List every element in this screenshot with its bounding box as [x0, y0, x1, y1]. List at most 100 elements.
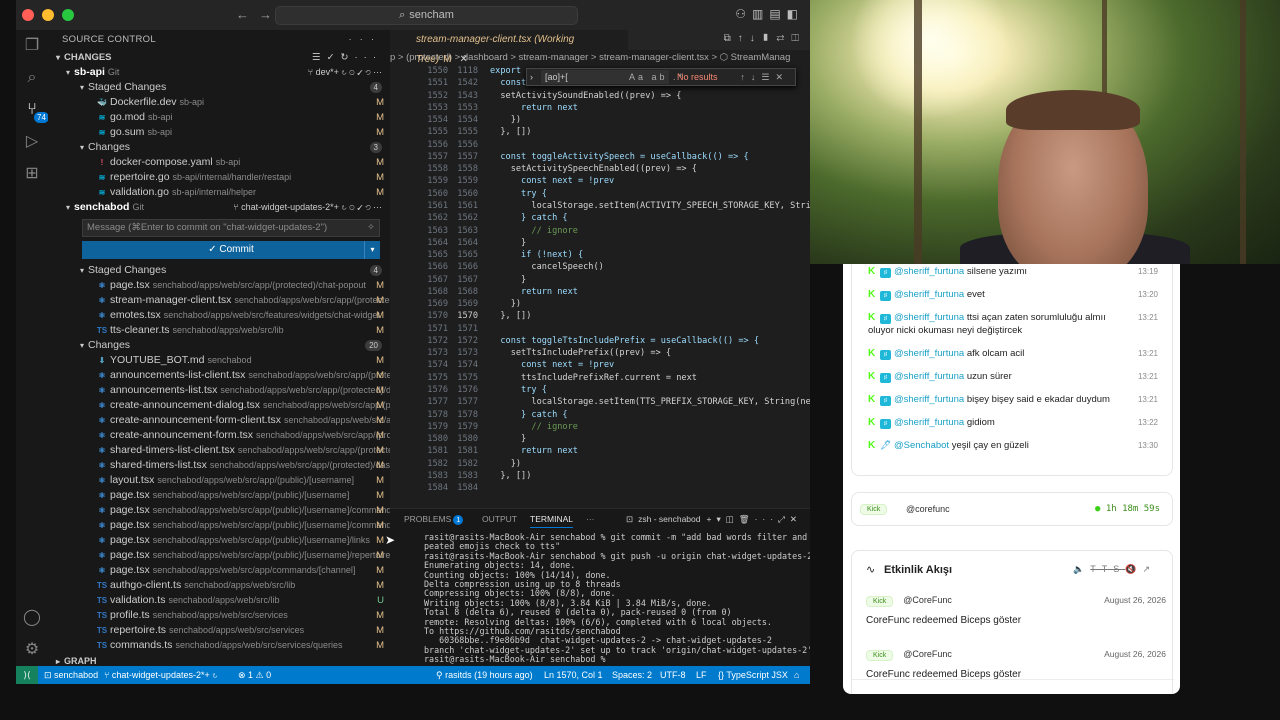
file-row[interactable]: ⚛ page.tsx senchabod/apps/web/src/app/(pub…	[48, 533, 390, 548]
file-row[interactable]: ≋ go.mod sb-api M	[48, 110, 390, 125]
file-row[interactable]: ⚛ announcements-list.tsx senchabod/apps/we…	[48, 383, 390, 398]
file-row[interactable]: ⚛ page.tsx senchabod/apps/web/src/app/(pro…	[48, 278, 390, 293]
back-arrow-icon[interactable]: ←	[236, 7, 259, 22]
status-branch[interactable]: ⑂ chat-widget-updates-2*+ ↻	[104, 666, 218, 684]
file-row[interactable]: 🐳 Dockerfile.dev sb-api M	[48, 95, 390, 110]
tts-toggle[interactable]: 🔈TTS	[1073, 564, 1125, 574]
status-repo[interactable]: ⊡ senchabod	[44, 666, 98, 684]
refresh-icon[interactable]: ↻	[341, 52, 355, 63]
chat-username[interactable]: @sheriff_furtuna	[894, 266, 964, 277]
chat-username[interactable]: @sheriff_furtuna	[894, 289, 964, 300]
maximize-panel-icon[interactable]: ⤢	[778, 514, 790, 524]
tab-output[interactable]: OUTPUT	[482, 509, 517, 529]
chat-username[interactable]: @sheriff_furtuna	[894, 312, 964, 323]
chat-username[interactable]: @sheriff_furtuna	[894, 371, 964, 382]
commit-button[interactable]: ✓ Commit ▾	[82, 241, 380, 259]
file-row[interactable]: ⚛ create-announcement-dialog.tsx senchabod…	[48, 398, 390, 413]
event-user[interactable]: @CoreFunc	[903, 649, 952, 659]
changes-group[interactable]: ▾ Changes 3	[48, 140, 390, 155]
file-row[interactable]: ≋ validation.go sb-api/internal/helper M	[48, 185, 390, 200]
chevron-down-icon[interactable]: ▾	[364, 241, 380, 259]
search-icon[interactable]: ⌕	[22, 68, 42, 88]
open-file-icon[interactable]: ⧉	[724, 33, 738, 44]
arrow-down-icon[interactable]: ↓	[751, 72, 762, 82]
chat-username[interactable]: @sheriff_furtuna	[894, 348, 964, 359]
file-row[interactable]: ⚛ shared-timers-list-client.tsx senchabod/…	[48, 443, 390, 458]
tab-terminal[interactable]: TERMINAL	[530, 509, 573, 528]
file-row[interactable]: ⚛ page.tsx senchabod/apps/web/src/app/(pub…	[48, 488, 390, 503]
close-icon[interactable]: ✕	[460, 54, 468, 65]
file-row[interactable]: ⬇ YOUTUBE_BOT.md senchabod M	[48, 353, 390, 368]
chat-username[interactable]: @sheriff_furtuna	[894, 417, 964, 428]
commit-message-input[interactable]: Message (⌘Enter to commit on "chat-widge…	[82, 219, 380, 237]
remote-icon[interactable]: ⟩⟨	[16, 666, 38, 684]
close-icon[interactable]: ✕	[790, 514, 802, 524]
file-row[interactable]: ≋ go.sum sb-api M	[48, 125, 390, 140]
tab-problems[interactable]: PROBLEMS 1	[404, 509, 464, 529]
file-row[interactable]: ⚛ layout.tsx senchabod/apps/web/src/app/(p…	[48, 473, 390, 488]
file-row[interactable]: TS authgo-client.ts senchabod/apps/web/src…	[48, 578, 390, 593]
status-spaces[interactable]: Spaces: 2	[612, 666, 652, 684]
status-encoding[interactable]: UTF-8	[660, 666, 686, 684]
file-row[interactable]: ! docker-compose.yaml sb-api M	[48, 155, 390, 170]
file-row[interactable]: ≋ repertoire.go sb-api/internal/handler/re…	[48, 170, 390, 185]
status-problems[interactable]: ⊗ 1 ⚠ 0	[238, 666, 271, 684]
repo-senchabod[interactable]: ▾ senchabod Git ⑂ chat-widget-updates-2*+ …	[48, 200, 390, 215]
chat-username[interactable]: @Senchabot	[894, 440, 949, 451]
command-center-search[interactable]: ⌕ sencham	[275, 6, 578, 25]
code-view[interactable]: 1550 1118 export 1551 1542 const 1552 1543 s…	[390, 66, 810, 508]
event-user[interactable]: @CoreFunc	[903, 595, 952, 605]
file-row[interactable]: ⚛ page.tsx senchabod/apps/web/src/app/(pub…	[48, 518, 390, 533]
layout-sidebar-icon[interactable]: ▥	[752, 7, 769, 21]
arrow-up-icon[interactable]: ↑	[738, 33, 750, 44]
changes-group[interactable]: ▾ Changes 20	[48, 338, 390, 353]
repo-sb-api[interactable]: ▾ sb-api Git ⑂ dev*+ ↻ ⊙ ✓ ⟲ ···	[48, 65, 390, 80]
changes-section-header[interactable]: ▾ CHANGES ☰✓↻···	[48, 50, 390, 65]
file-row[interactable]: TS tts-cleaner.ts senchabod/apps/web/src/l…	[48, 323, 390, 338]
file-row[interactable]: ⚛ create-announcement-form-client.tsx senc…	[48, 413, 390, 428]
split-terminal-icon[interactable]: ◫	[726, 514, 739, 524]
copilot-icon[interactable]: ⚇	[735, 7, 752, 21]
mute-icon[interactable]: 🔇	[1125, 564, 1142, 574]
tab-more[interactable]: ···	[586, 509, 595, 529]
live-channel[interactable]: @corefunc	[906, 504, 950, 514]
source-control-icon[interactable]: ⑂ 74	[22, 100, 49, 123]
split-editor-icon[interactable]: ◫	[791, 33, 806, 44]
status-position[interactable]: Ln 1570, Col 1	[544, 666, 603, 684]
sparkle-icon[interactable]: ✧	[367, 220, 375, 236]
staged-changes-group[interactable]: ▾ Staged Changes 4	[48, 80, 390, 95]
terminal-name[interactable]: zsh - senchabod	[638, 514, 700, 524]
minimize-window-button[interactable]	[42, 9, 54, 21]
layout-panel-icon[interactable]: ▤	[769, 7, 786, 21]
extensions-icon[interactable]: ⊞	[22, 164, 42, 184]
file-row[interactable]: ⚛ page.tsx senchabod/apps/web/src/app/(pub…	[48, 503, 390, 518]
chevron-right-icon[interactable]: ›	[530, 69, 533, 85]
maximize-window-button[interactable]	[62, 9, 74, 21]
layout-customize-icon[interactable]: ◧	[787, 7, 804, 21]
staged-changes-group[interactable]: ▾ Staged Changes 4	[48, 263, 390, 278]
status-eol[interactable]: LF	[696, 666, 707, 684]
file-row[interactable]: TS repertoire.ts senchabod/apps/web/src/se…	[48, 623, 390, 638]
account-icon[interactable]: ◯	[22, 608, 42, 628]
terminal-output[interactable]: rasit@rasits-MacBook-Air senchabod % git…	[424, 532, 810, 665]
arrow-up-icon[interactable]: ↑	[740, 72, 751, 82]
find-in-selection-icon[interactable]: ☰	[761, 72, 775, 82]
status-language[interactable]: {} TypeScript JSX	[718, 666, 788, 684]
chat-username[interactable]: @sheriff_furtuna	[894, 394, 964, 405]
file-row[interactable]: TS validation.ts senchabod/apps/web/src/li…	[48, 593, 390, 608]
file-row[interactable]: ⚛ stream-manager-client.tsx senchabod/apps…	[48, 293, 390, 308]
file-row[interactable]: TS profile.ts senchabod/apps/web/src/servi…	[48, 608, 390, 623]
repo-branch[interactable]: ⑂ chat-widget-updates-2*+ ↻ ⊙ ✓ ⟲ ···	[233, 200, 382, 215]
close-icon[interactable]: ✕	[775, 72, 789, 82]
chevron-down-icon[interactable]: ▾	[716, 514, 725, 524]
more-icon[interactable]: ···	[355, 52, 383, 63]
explorer-icon[interactable]: ❐	[22, 36, 42, 56]
file-row[interactable]: ⚛ emotes.tsx senchabod/apps/web/src/featur…	[48, 308, 390, 323]
file-row[interactable]: ⚛ shared-timers-list.tsx senchabod/apps/we…	[48, 458, 390, 473]
view-as-tree-icon[interactable]: ☰	[312, 52, 327, 63]
file-row[interactable]: ⚛ page.tsx senchabod/apps/web/src/app/comm…	[48, 563, 390, 578]
arrow-down-icon[interactable]: ↓	[750, 33, 762, 44]
toggle-inline-icon[interactable]: ▮	[762, 33, 777, 44]
run-debug-icon[interactable]: ▷	[22, 132, 42, 152]
repo-branch[interactable]: ⑂ dev*+ ↻ ⊙ ✓ ⟲ ···	[308, 65, 382, 80]
